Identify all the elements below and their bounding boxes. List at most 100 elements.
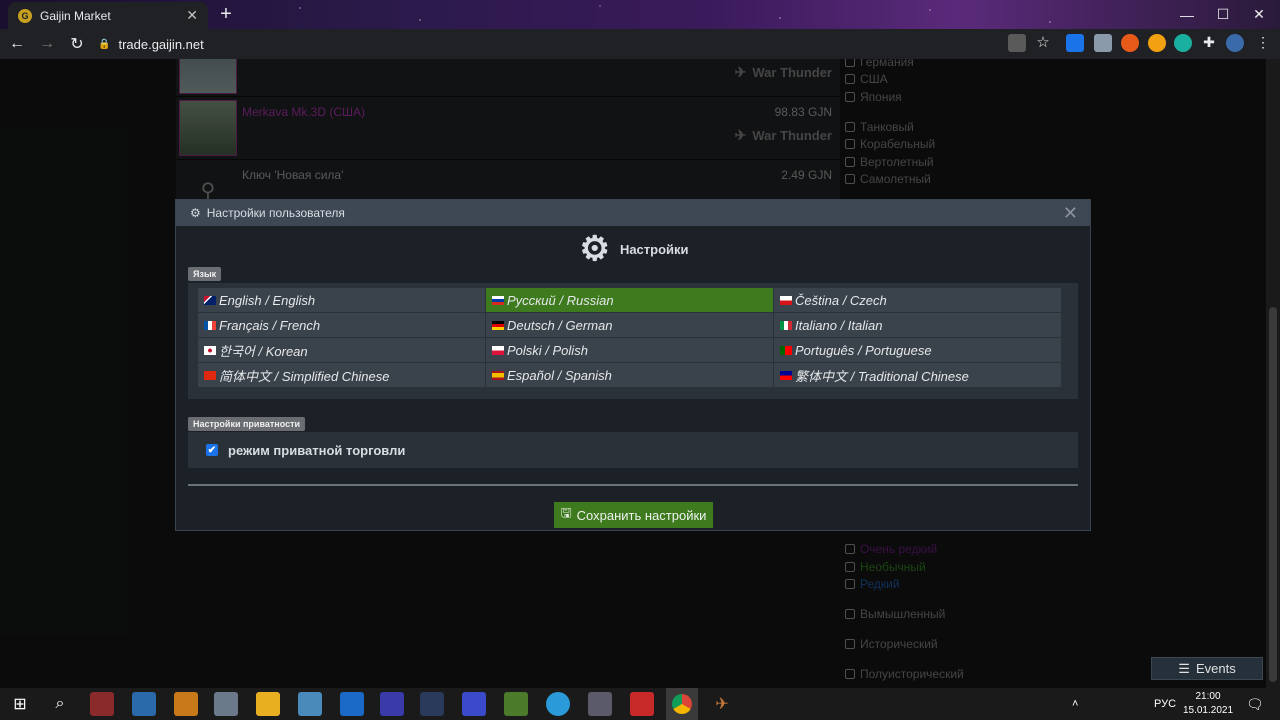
extension-icon[interactable] (1094, 34, 1112, 52)
gear-icon: ⚙ (190, 206, 201, 220)
back-icon[interactable]: ← (4, 31, 30, 57)
taskbar: ⊞ ⌕ ✈ ˄ РУС 21:00 15.01.2021 🗨 (0, 688, 1280, 720)
language-label: 简体中文 / Simplified Chinese (219, 368, 390, 384)
steam-icon[interactable] (420, 692, 444, 716)
list-icon: ☰ (1178, 660, 1190, 676)
app-icon[interactable] (132, 692, 156, 716)
language-label: 繁体中文 / Traditional Chinese (795, 368, 969, 384)
flag-icon (204, 345, 216, 355)
window-close-icon[interactable]: ✕ (1236, 0, 1280, 29)
filter-checkbox[interactable]: Очень редкий (845, 542, 937, 556)
search-icon[interactable]: ⌕ (48, 692, 72, 716)
language-option[interactable]: Polski / Polish (486, 338, 774, 363)
language-option[interactable]: Deutsch / German (486, 313, 774, 338)
item-thumbnail (179, 100, 237, 156)
language-option[interactable]: Italiano / Italian (774, 313, 1062, 338)
filter-checkbox[interactable]: Танковый (845, 120, 914, 134)
flag-icon (492, 370, 504, 380)
filter-checkbox[interactable]: Корабельный (845, 137, 935, 151)
flag-icon (780, 345, 792, 355)
app-icon[interactable] (214, 692, 238, 716)
filter-checkbox[interactable]: Самолетный (845, 172, 931, 186)
filter-checkbox[interactable]: Исторический (845, 637, 938, 651)
app-icon[interactable] (630, 692, 654, 716)
filter-checkbox[interactable]: Полуисторический (845, 667, 964, 681)
flag-icon (780, 320, 792, 330)
translate-icon[interactable] (1008, 34, 1026, 52)
forward-icon[interactable]: → (34, 31, 60, 57)
puzzle-icon[interactable]: ✚ (1200, 34, 1218, 52)
browser-toolbar: ← → ↻ 🔒 trade.gaijin.net ☆ ✚ ⋮ (0, 29, 1280, 59)
new-tab-button[interactable]: + (215, 4, 237, 26)
sublime-icon[interactable] (174, 692, 198, 716)
app-icon[interactable] (298, 692, 322, 716)
language-option[interactable]: English / English (198, 288, 486, 313)
mail-icon[interactable] (340, 692, 364, 716)
tab-title: Gaijin Market (40, 8, 111, 23)
app-icon[interactable] (588, 692, 612, 716)
language-option[interactable]: 한국어 / Korean (198, 338, 486, 363)
extension-new-icon[interactable] (1066, 34, 1084, 52)
private-trading-checkbox[interactable]: ✔ (206, 444, 218, 456)
extension-play-icon[interactable] (1148, 34, 1166, 52)
telegram-icon[interactable] (546, 692, 570, 716)
flag-icon (780, 295, 792, 305)
extension-fire-icon[interactable] (1121, 34, 1139, 52)
events-button[interactable]: ☰ Events (1151, 657, 1263, 680)
list-item[interactable]: ✈ War Thunder (176, 59, 840, 97)
tray-chevron-icon[interactable]: ˄ (1072, 688, 1078, 720)
language-option[interactable]: Français / French (198, 313, 486, 338)
scrollbar-thumb[interactable] (1269, 307, 1277, 682)
item-price: 2.49 GJN (781, 168, 832, 182)
language-option[interactable]: Español / Spanish (486, 363, 774, 388)
language-option[interactable]: Русский / Russian (486, 288, 774, 313)
chrome-icon[interactable] (666, 688, 698, 720)
filter-checkbox[interactable]: США (845, 72, 888, 86)
filter-checkbox[interactable]: Вертолетный (845, 155, 934, 169)
save-settings-button[interactable]: 🖫 Сохранить настройки (554, 502, 713, 528)
browser-tab[interactable]: G Gaijin Market ✕ (8, 2, 208, 29)
avatar[interactable] (1226, 34, 1244, 52)
gear-icon: ⚙ (579, 230, 610, 268)
dev-icon[interactable] (380, 692, 404, 716)
private-trading-label[interactable]: режим приватной торговли (228, 443, 405, 458)
language-option[interactable]: Čeština / Czech (774, 288, 1062, 313)
notifications-icon[interactable]: 🗨 (1246, 688, 1264, 720)
flag-icon (492, 295, 504, 305)
item-name[interactable]: Merkava Mk.3D (США) (242, 105, 365, 119)
filter-checkbox[interactable]: Вымышленный (845, 607, 945, 621)
clock[interactable]: 21:00 15.01.2021 (1178, 690, 1238, 718)
input-language[interactable]: РУС (1154, 688, 1176, 720)
filter-checkbox[interactable]: Япония (845, 90, 902, 104)
gaijin-favicon-icon: G (18, 8, 32, 23)
scrollbar[interactable] (1266, 59, 1280, 688)
language-label: English / English (219, 292, 316, 308)
filter-checkbox[interactable]: Необычный (845, 560, 926, 574)
flag-icon (492, 345, 504, 355)
filter-checkbox[interactable]: Германия (845, 59, 914, 69)
war-thunder-icon[interactable]: ✈ (710, 692, 734, 716)
language-option[interactable]: 简体中文 / Simplified Chinese (198, 363, 486, 388)
language-option[interactable]: 繁体中文 / Traditional Chinese (774, 363, 1062, 388)
privacy-section-label: Настройки приватности (188, 417, 306, 431)
address-bar[interactable]: 🔒 trade.gaijin.net (92, 33, 1052, 55)
language-option[interactable]: Português / Portuguese (774, 338, 1062, 363)
folder-icon[interactable] (256, 692, 280, 716)
flag-icon (492, 320, 504, 330)
menu-icon[interactable]: ⋮ (1254, 34, 1272, 52)
windows-start-icon[interactable]: ⊞ (8, 692, 32, 716)
close-icon[interactable]: ✕ (1063, 203, 1078, 224)
star-icon[interactable]: ☆ (1034, 34, 1052, 52)
tab-close-icon[interactable]: ✕ (186, 7, 198, 24)
winrar-icon[interactable] (90, 692, 114, 716)
language-section-label: Язык (188, 267, 222, 281)
reload-icon[interactable]: ↻ (64, 31, 90, 57)
list-item[interactable]: Merkava Mk.3D (США) 98.83 GJN ✈ War Thund… (176, 97, 840, 160)
filter-checkbox[interactable]: Редкий (845, 577, 900, 591)
minecraft-icon[interactable] (504, 692, 528, 716)
flag-icon (204, 295, 216, 305)
app-icon[interactable] (462, 692, 486, 716)
extension-vpn-icon[interactable] (1174, 34, 1192, 52)
item-name[interactable]: Ключ 'Новая сила' (242, 168, 343, 182)
item-price: 98.83 GJN (774, 105, 832, 119)
